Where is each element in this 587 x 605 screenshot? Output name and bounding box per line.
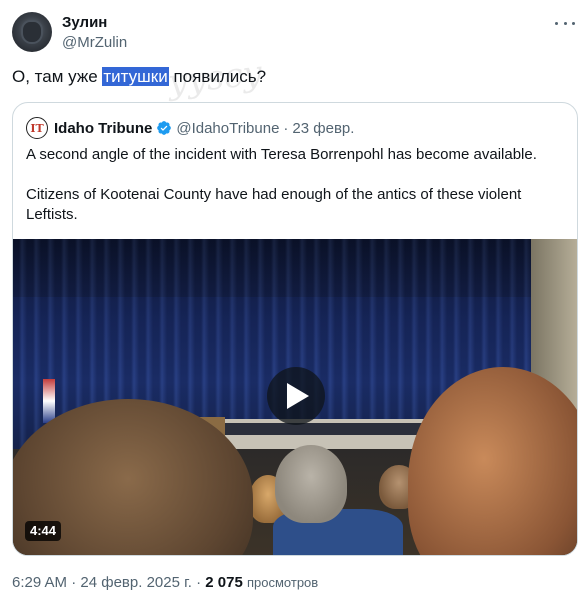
quoted-date[interactable]: 23 февр. <box>292 120 354 137</box>
quoted-separator: · <box>283 119 289 137</box>
video-table <box>225 423 425 435</box>
video-player[interactable]: 4:44 <box>13 239 577 555</box>
more-dots-icon[interactable] <box>555 14 575 32</box>
views-label: просмотров <box>246 575 319 590</box>
tweet-text-after: появились? <box>168 67 267 86</box>
quoted-author-name[interactable]: Idaho Tribune <box>54 120 152 137</box>
verified-badge-icon <box>157 121 172 135</box>
tweet-text: О, там уже титушки появились? <box>12 66 266 88</box>
tweet-text-highlighted: титушки <box>102 67 169 86</box>
tweet-time[interactable]: 6:29 AM <box>12 574 67 591</box>
meta-separator: · <box>71 574 77 591</box>
play-icon <box>287 383 309 409</box>
tweet-date[interactable]: 24 февр. 2025 г. <box>80 574 192 591</box>
avatar[interactable] <box>12 12 52 52</box>
tweet-text-before: О, там уже <box>12 67 103 86</box>
video-duration: 4:44 <box>25 521 62 541</box>
video-audience-head <box>275 445 347 523</box>
meta-separator: · <box>196 574 202 591</box>
video-flag <box>43 379 55 423</box>
quoted-author-handle[interactable]: @IdahoTribune <box>176 120 279 137</box>
quoted-paragraph: Citizens of Kootenai County have had eno… <box>26 186 522 223</box>
tweet-header: Зулин @MrZulin <box>12 12 575 54</box>
quoted-header: IT Idaho Tribune @IdahoTribune · 23 февр… <box>26 117 354 139</box>
quoted-paragraph: A second angle of the incident with Tere… <box>26 146 537 163</box>
quoted-avatar-logo[interactable]: IT <box>26 117 48 139</box>
quoted-tweet[interactable]: IT Idaho Tribune @IdahoTribune · 23 февр… <box>12 102 578 556</box>
play-button[interactable] <box>267 367 325 425</box>
views-count: 2 075 <box>205 574 243 591</box>
author-handle[interactable]: @MrZulin <box>62 34 127 51</box>
author-name[interactable]: Зулин <box>62 14 107 31</box>
quoted-text: A second angle of the incident with Tere… <box>26 145 566 245</box>
tweet-meta: 6:29 AM · 24 февр. 2025 г. · 2 075 просм… <box>12 574 318 591</box>
